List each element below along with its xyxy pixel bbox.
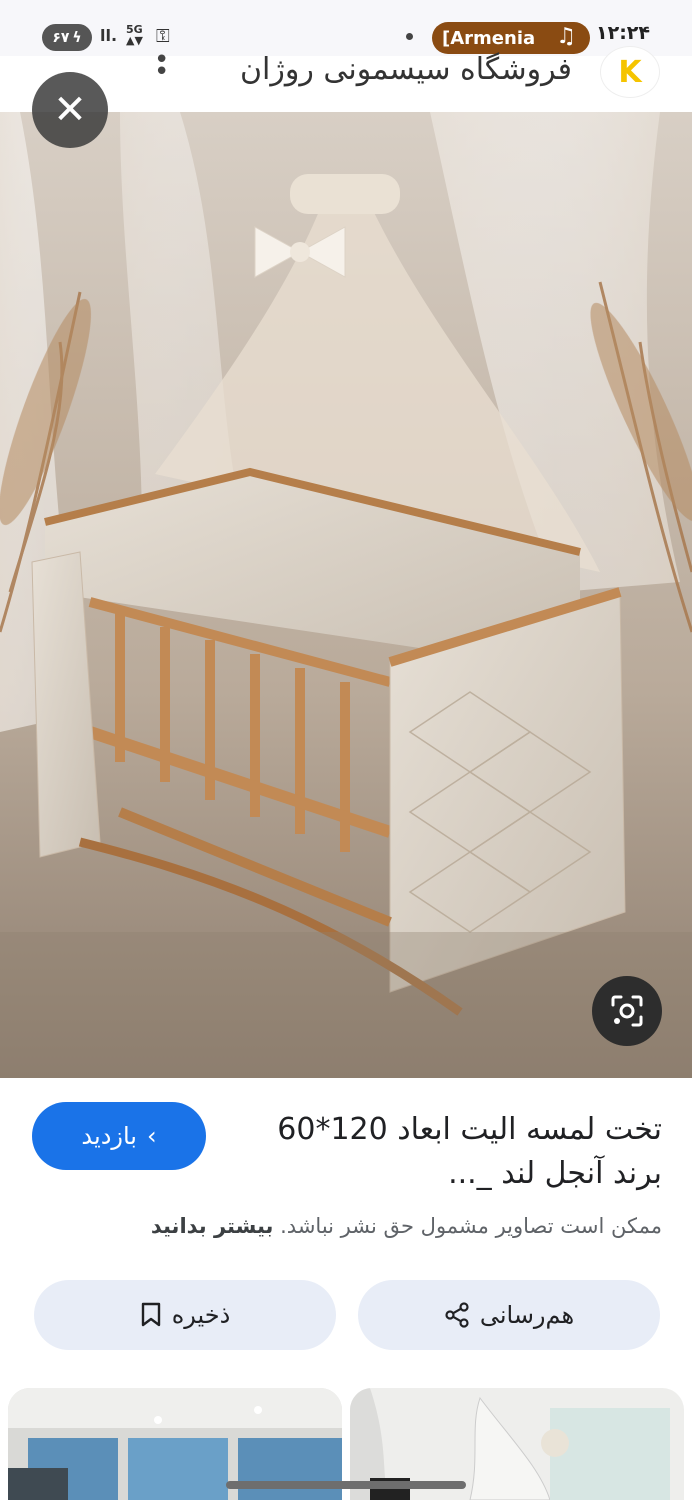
- home-indicator[interactable]: [226, 1481, 466, 1489]
- product-image[interactable]: [0, 112, 692, 1078]
- save-button[interactable]: ذخیره: [34, 1280, 336, 1350]
- site-title[interactable]: فروشگاه سیسمونی روژان: [240, 52, 572, 87]
- close-button[interactable]: ✕: [32, 72, 108, 148]
- bookmark-icon: [141, 1302, 160, 1327]
- learn-more-link[interactable]: بیشتر بدانید: [151, 1214, 274, 1238]
- disclaimer-text: ممکن است تصاویر مشمول حق نشر نباشد.: [280, 1214, 662, 1238]
- visit-button[interactable]: بازدید ‹: [32, 1102, 206, 1170]
- charging-icon: ϟ: [72, 29, 82, 46]
- key-icon: ⚿: [156, 26, 170, 47]
- lens-search-button[interactable]: [592, 976, 662, 1046]
- media-app-label: [Armenia: [442, 27, 536, 49]
- save-label: ذخیره: [171, 1301, 231, 1329]
- network-5g-icon: 5G ▲▼: [126, 23, 143, 47]
- share-icon: [445, 1302, 469, 1328]
- close-icon: ✕: [53, 87, 87, 133]
- notification-dot: [406, 33, 413, 40]
- clock: ۱۲:۲۴: [596, 22, 650, 44]
- copyright-disclaimer: ممکن است تصاویر مشمول حق نشر نباشد. بیشت…: [22, 1214, 662, 1238]
- share-button[interactable]: هم‌رسانی: [358, 1280, 660, 1350]
- visit-label: بازدید: [81, 1122, 137, 1150]
- share-label: هم‌رسانی: [479, 1301, 575, 1329]
- signal-icon: ll.: [100, 26, 118, 45]
- battery-indicator: ۶۷ ϟ: [42, 24, 92, 51]
- more-options-icon[interactable]: • •: [154, 47, 169, 85]
- product-title[interactable]: تخت لمسه الیت ابعاد 120*60 برند آنجل لند…: [242, 1108, 662, 1196]
- music-note-icon: ♫: [556, 24, 576, 49]
- chevron-left-icon: ‹: [146, 1122, 157, 1150]
- site-logo[interactable]: K: [600, 46, 660, 98]
- logo-letter: K: [618, 54, 642, 90]
- media-pill[interactable]: [Armenia ♫: [432, 22, 590, 54]
- lens-icon: [611, 995, 643, 1027]
- crib-illustration: [0, 112, 692, 1078]
